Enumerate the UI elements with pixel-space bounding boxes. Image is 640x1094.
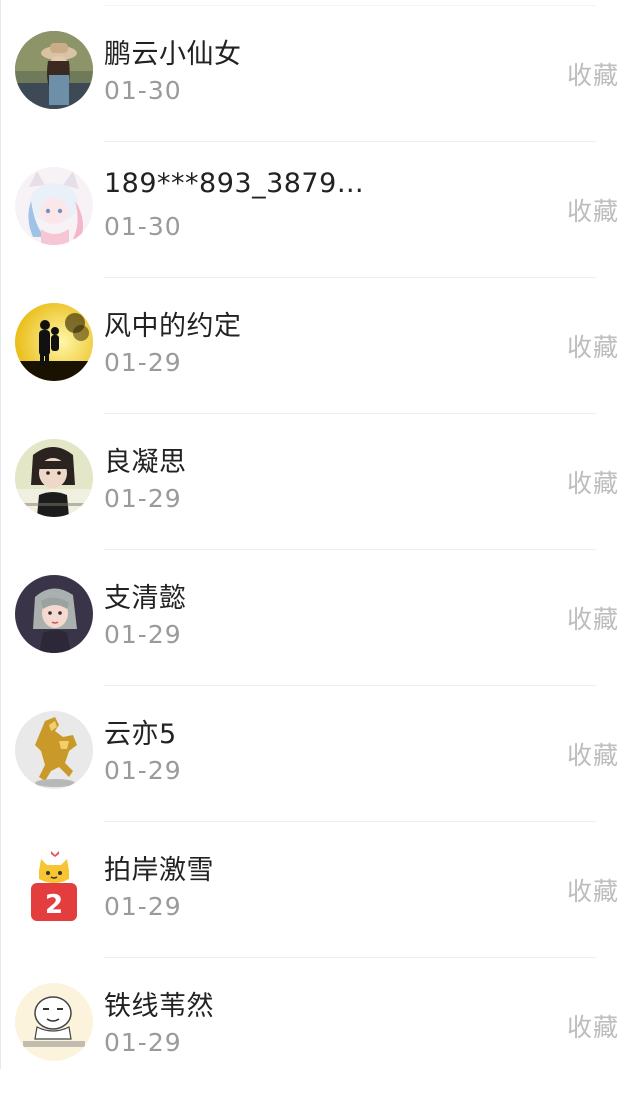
avatar[interactable] bbox=[15, 983, 93, 1061]
favorite-button[interactable]: 收藏 bbox=[567, 736, 619, 772]
list-item[interactable]: 良凝思 01-29 收藏 bbox=[0, 414, 640, 550]
anime-girl-drawing bbox=[15, 167, 93, 245]
avatar[interactable] bbox=[15, 711, 93, 789]
avatar[interactable] bbox=[15, 439, 93, 517]
favorite-button[interactable]: 收藏 bbox=[567, 56, 619, 92]
item-name: 云亦5 bbox=[104, 719, 177, 750]
list-item[interactable]: 铁线苇然 01-29 收藏 bbox=[0, 958, 640, 1094]
list-item[interactable]: 云亦5 01-29 收藏 bbox=[0, 686, 640, 822]
avatar[interactable] bbox=[15, 31, 93, 109]
svg-text:2: 2 bbox=[45, 890, 63, 920]
avatar[interactable] bbox=[15, 303, 93, 381]
item-name: 支清懿 bbox=[104, 583, 187, 614]
favorite-button[interactable]: 收藏 bbox=[567, 464, 619, 500]
list-item[interactable]: 189***893_3879… 01-30 收藏 bbox=[0, 142, 640, 278]
list-item[interactable]: 支清懿 01-29 收藏 bbox=[0, 550, 640, 686]
list-item[interactable]: 风中的约定 01-29 收藏 bbox=[0, 278, 640, 414]
item-date: 01-29 bbox=[104, 756, 182, 785]
item-date: 01-30 bbox=[104, 76, 182, 105]
item-date: 01-29 bbox=[104, 620, 182, 649]
couple-silhouette-sunset bbox=[15, 303, 93, 381]
girl-selfie-photo bbox=[15, 439, 93, 517]
avatar[interactable] bbox=[15, 167, 93, 245]
woman-with-hat-photo bbox=[15, 31, 93, 109]
illustrated-girl-portrait bbox=[15, 575, 93, 653]
favorite-button[interactable]: 收藏 bbox=[567, 600, 619, 636]
item-date: 01-29 bbox=[104, 892, 182, 921]
avatar[interactable]: 2 bbox=[15, 847, 93, 925]
list-item[interactable]: 鹏云小仙女 01-30 收藏 bbox=[0, 6, 640, 142]
item-name: 风中的约定 bbox=[104, 311, 242, 342]
item-date: 01-29 bbox=[104, 484, 182, 513]
item-name: 拍岸激雪 bbox=[104, 855, 214, 886]
item-date: 01-29 bbox=[104, 348, 182, 377]
favorite-button[interactable]: 收藏 bbox=[567, 1008, 619, 1044]
favorite-button[interactable]: 收藏 bbox=[567, 872, 619, 908]
favorites-list: 鹏云小仙女 01-30 收藏 189***893_3879… 01-30 收藏 bbox=[0, 0, 640, 1069]
list-item[interactable]: 2 拍岸激雪 01-29 收藏 bbox=[0, 822, 640, 958]
item-name: 189***893_3879… bbox=[104, 168, 365, 199]
avatar[interactable] bbox=[15, 575, 93, 653]
item-date: 01-29 bbox=[104, 1028, 182, 1057]
item-date: 01-30 bbox=[104, 212, 182, 241]
golden-horse-statue bbox=[15, 711, 93, 789]
item-name: 铁线苇然 bbox=[104, 991, 214, 1022]
cartoon-cat-number-badge: 2 bbox=[15, 847, 93, 925]
item-name: 鹏云小仙女 bbox=[104, 39, 242, 70]
favorite-button[interactable]: 收藏 bbox=[567, 328, 619, 364]
favorite-button[interactable]: 收藏 bbox=[567, 192, 619, 228]
meme-face-sticker bbox=[15, 983, 93, 1061]
item-name: 良凝思 bbox=[104, 447, 187, 478]
